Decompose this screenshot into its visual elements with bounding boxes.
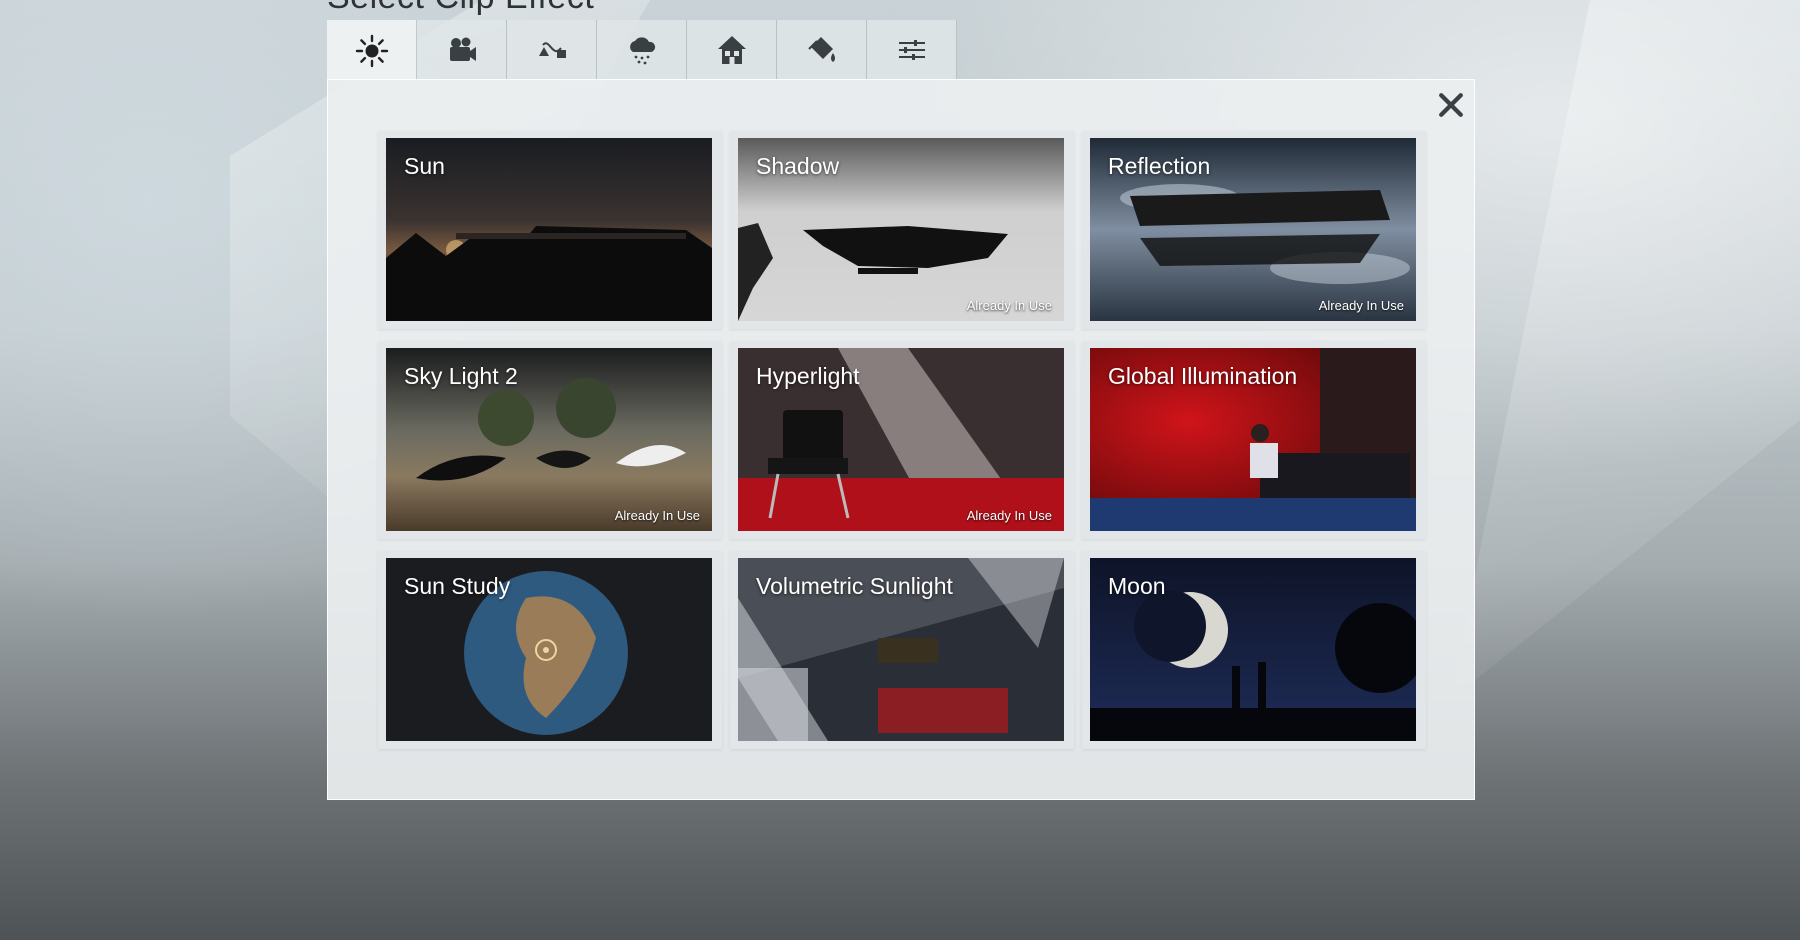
tab-building[interactable] [687, 20, 777, 79]
close-button[interactable] [1434, 88, 1468, 122]
effect-card-frame: Moon [1082, 551, 1426, 749]
path-animation-icon [538, 41, 566, 58]
effect-card-volumetric-sunlight[interactable]: Volumetric Sunlight [738, 558, 1064, 741]
tab-camera[interactable] [417, 20, 507, 79]
effect-card-title: Global Illumination [1108, 363, 1298, 389]
paint-bucket-icon [807, 36, 835, 62]
effect-card-title: Shadow [756, 153, 840, 179]
effect-card-sun[interactable]: Sun [386, 138, 712, 321]
tab-weather[interactable] [597, 20, 687, 79]
effect-category-toolbar [327, 20, 957, 81]
effect-card-title: Sky Light 2 [404, 363, 518, 389]
effect-card-frame: Volumetric Sunlight [730, 551, 1074, 749]
already-in-use-badge: Already In Use [614, 508, 700, 523]
already-in-use-badge: Already In Use [1318, 298, 1404, 313]
effect-card-frame: Sun Study [378, 551, 722, 749]
effect-card-frame: Shadow Already In Use [730, 131, 1074, 329]
sun-icon [355, 34, 388, 67]
effect-card-shadow[interactable]: Shadow Already In Use [738, 138, 1064, 321]
effect-card-title: Volumetric Sunlight [756, 573, 953, 599]
already-in-use-badge: Already In Use [966, 508, 1052, 523]
tab-paint[interactable] [777, 20, 867, 79]
sliders-icon [898, 39, 925, 60]
tab-adjust[interactable] [867, 20, 957, 79]
effect-card-hyperlight[interactable]: Hyperlight Already In Use [738, 348, 1064, 531]
effect-card-frame: Sun [378, 131, 722, 329]
effect-card-global-illumination[interactable]: Global Illumination [1090, 348, 1416, 531]
tab-animation[interactable] [507, 20, 597, 79]
effect-card-sun-study[interactable]: Sun Study [386, 558, 712, 741]
effect-card-frame: Hyperlight Already In Use [730, 341, 1074, 539]
effect-card-title: Hyperlight [756, 363, 860, 389]
effect-card-title: Reflection [1108, 153, 1211, 179]
rain-cloud-icon [629, 36, 655, 64]
house-icon [717, 35, 746, 64]
tab-sun[interactable] [327, 20, 417, 81]
effect-card-moon[interactable]: Moon [1090, 558, 1416, 741]
effect-card-frame: Global Illumination [1082, 341, 1426, 539]
already-in-use-badge: Already In Use [966, 298, 1052, 313]
effect-card-title: Sun Study [404, 573, 511, 599]
effect-card-reflection[interactable]: Reflection Already In Use [1090, 138, 1416, 321]
effect-card-frame: Reflection Already In Use [1082, 131, 1426, 329]
effect-grid: Sun Shadow Already In Use Reflection Alr… [378, 131, 1426, 749]
effect-card-title: Moon [1108, 573, 1166, 599]
movie-camera-icon [449, 37, 476, 61]
effect-card-sky-light-2[interactable]: Sky Light 2 Already In Use [386, 348, 712, 531]
close-icon [1439, 93, 1463, 117]
effect-card-frame: Sky Light 2 Already In Use [378, 341, 722, 539]
dialog-title: Select Clip Effect [327, 0, 594, 17]
effect-card-title: Sun [404, 153, 445, 179]
